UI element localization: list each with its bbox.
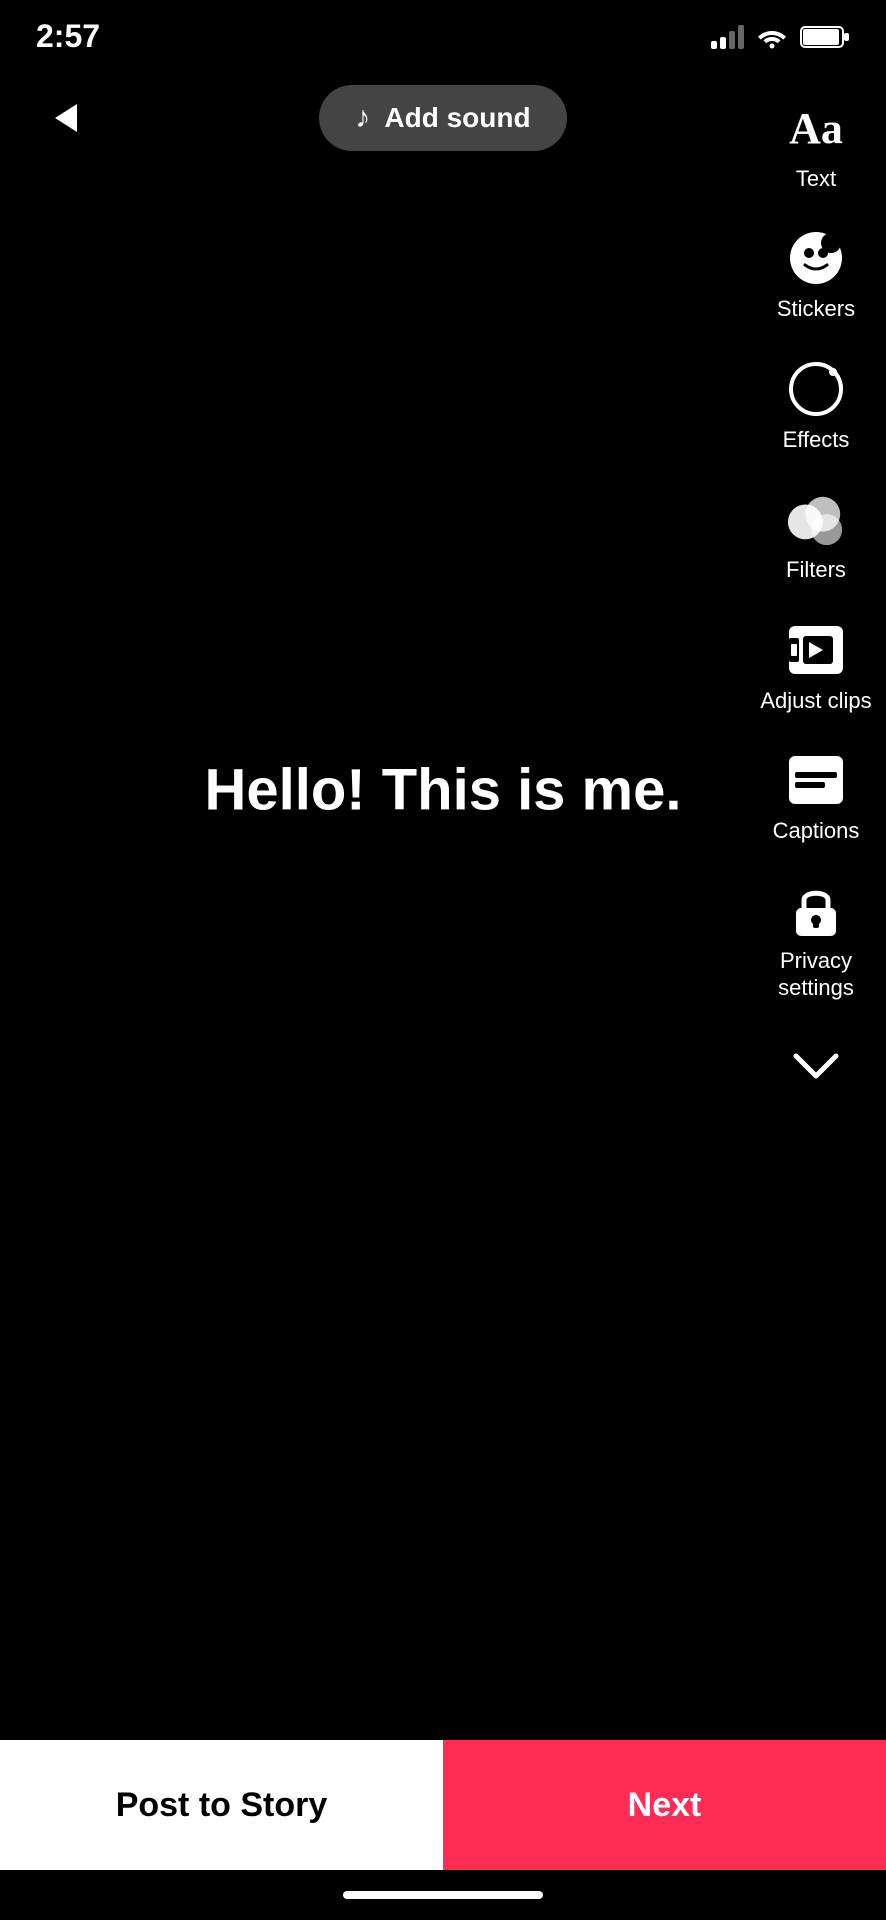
status-time: 2:57 — [36, 18, 100, 55]
tool-text-label: Text — [796, 166, 836, 192]
tool-effects[interactable]: Effects — [756, 341, 876, 471]
filters-icon — [786, 489, 846, 549]
privacy-icon — [786, 880, 846, 940]
post-story-button[interactable]: Post to Story — [0, 1740, 443, 1870]
right-sidebar: Aa Text Stickers — [746, 80, 886, 1115]
tool-stickers-label: Stickers — [777, 296, 855, 322]
effects-icon — [786, 359, 846, 419]
adjust-clips-icon — [786, 620, 846, 680]
bottom-buttons: Post to Story Next — [0, 1740, 886, 1870]
home-bar — [343, 1891, 543, 1899]
text-icon: Aa — [786, 98, 846, 158]
tool-adjust-clips[interactable]: Adjust clips — [756, 602, 876, 732]
stickers-icon — [786, 228, 846, 288]
tool-captions[interactable]: Captions — [756, 732, 876, 862]
captions-icon — [786, 750, 846, 810]
status-bar: 2:57 — [0, 0, 886, 65]
tool-effects-label: Effects — [783, 427, 850, 453]
tool-privacy-settings[interactable]: Privacy settings — [756, 862, 876, 1019]
tool-filters[interactable]: Filters — [756, 471, 876, 601]
chevron-down-icon — [786, 1037, 846, 1097]
tool-privacy-settings-label: Privacy settings — [756, 948, 876, 1001]
tool-filters-label: Filters — [786, 557, 846, 583]
tool-adjust-clips-label: Adjust clips — [760, 688, 871, 714]
tool-stickers[interactable]: Stickers — [756, 210, 876, 340]
status-icons — [711, 24, 850, 50]
tool-text[interactable]: Aa Text — [756, 80, 876, 210]
video-text-overlay: Hello! This is me. — [205, 757, 682, 824]
video-area: Hello! This is me. Aa Text — [0, 80, 886, 1740]
battery-icon — [800, 24, 850, 50]
signal-icon — [711, 25, 744, 49]
home-indicator — [0, 1870, 886, 1920]
bottom-bar: Post to Story Next — [0, 1740, 886, 1920]
tool-captions-label: Captions — [773, 818, 860, 844]
tool-more[interactable] — [756, 1019, 876, 1115]
next-button[interactable]: Next — [443, 1740, 886, 1870]
wifi-icon — [756, 25, 788, 49]
main-container: 2:57 — [0, 0, 886, 1920]
